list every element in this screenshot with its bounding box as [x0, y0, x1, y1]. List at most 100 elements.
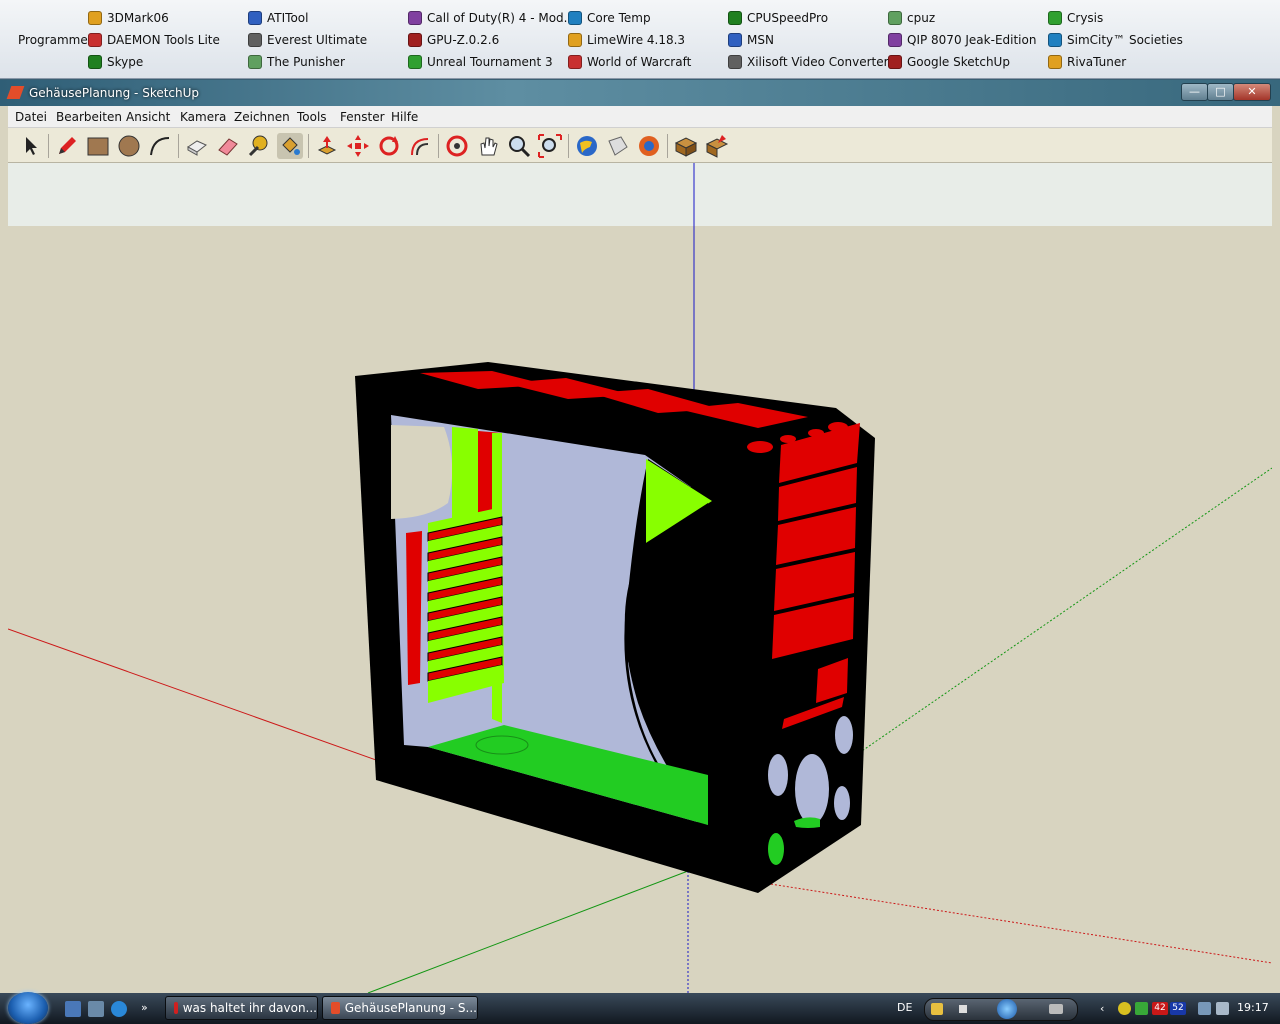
program-label: ATITool — [267, 11, 309, 25]
menu-fenster[interactable]: Fenster — [340, 110, 385, 124]
quicklaunch-overflow-icon[interactable]: » — [141, 1001, 157, 1017]
task-sketchup[interactable]: GehäusePlanung - S... — [322, 996, 478, 1020]
3d-scene[interactable] — [8, 163, 1272, 993]
zoom-icon[interactable] — [506, 133, 532, 159]
share-model-icon[interactable] — [636, 133, 662, 159]
program-shortcut[interactable]: RivaTuner — [1048, 52, 1126, 72]
eraser-icon[interactable] — [215, 133, 241, 159]
program-shortcut[interactable]: MSN — [728, 30, 774, 50]
program-label: Core Temp — [587, 11, 651, 25]
circle-icon[interactable] — [116, 133, 142, 159]
cpu-temp-1[interactable]: 42 — [1152, 1002, 1168, 1015]
extension-icon[interactable] — [704, 133, 730, 159]
menu-ansicht[interactable]: Ansicht — [126, 110, 170, 124]
program-shortcut[interactable]: 3DMark06 — [88, 8, 169, 28]
modeling-viewport[interactable] — [8, 163, 1272, 993]
menu-hilfe[interactable]: Hilfe — [391, 110, 418, 124]
media-player-controls[interactable] — [924, 998, 1078, 1021]
program-icon — [1048, 55, 1062, 69]
language-indicator[interactable]: DE — [897, 1001, 912, 1014]
make-component-icon[interactable] — [184, 133, 210, 159]
window-title: GehäusePlanung - SketchUp — [29, 86, 200, 100]
program-shortcut[interactable]: The Punisher — [248, 52, 345, 72]
push-pull-icon[interactable] — [314, 133, 340, 159]
get-models-icon[interactable] — [605, 133, 631, 159]
paint-bucket-icon[interactable] — [277, 133, 303, 159]
google-earth-icon[interactable] — [574, 133, 600, 159]
program-icon — [1048, 33, 1062, 47]
pan-icon[interactable] — [475, 133, 501, 159]
tape-measure-icon[interactable] — [246, 133, 272, 159]
program-shortcut[interactable]: QIP 8070 Jeak-Edition — [888, 30, 1036, 50]
stop-icon[interactable] — [959, 1005, 967, 1013]
program-shortcut[interactable]: Xilisoft Video Converter... — [728, 52, 899, 72]
program-shortcut[interactable]: World of Warcraft — [568, 52, 691, 72]
switch-windows-icon[interactable] — [88, 1001, 104, 1017]
orbit-icon[interactable] — [444, 133, 470, 159]
menu-bearbeiten[interactable]: Bearbeiten — [56, 110, 122, 124]
move-icon[interactable] — [345, 133, 371, 159]
program-shortcut[interactable]: LimeWire 4.18.3 — [568, 30, 685, 50]
program-icon — [1048, 11, 1062, 25]
program-label: World of Warcraft — [587, 55, 692, 69]
program-shortcut[interactable]: Google SketchUp — [888, 52, 1010, 72]
program-label: 3DMark06 — [107, 11, 169, 25]
program-shortcut[interactable]: SimCity™ Societies — [1048, 30, 1183, 50]
show-desktop-icon[interactable] — [65, 1001, 81, 1017]
toolbar-separator — [178, 134, 179, 158]
program-shortcut[interactable]: ATITool — [248, 8, 308, 28]
menu-tools[interactable]: Tools — [297, 110, 327, 124]
rectangle-icon[interactable] — [85, 133, 111, 159]
program-icon — [728, 11, 742, 25]
top-button — [828, 422, 848, 432]
start-orb[interactable] — [8, 992, 48, 1024]
network-icon[interactable] — [1198, 1002, 1211, 1015]
program-shortcut[interactable]: Core Temp — [568, 8, 651, 28]
task-forum-label: was haltet ihr davon... — [182, 1001, 317, 1015]
program-shortcut[interactable]: Crysis — [1048, 8, 1103, 28]
media-library-icon[interactable] — [931, 1003, 943, 1015]
pause-icon[interactable] — [997, 999, 1017, 1019]
program-shortcut[interactable]: CPUSpeedPro — [728, 8, 828, 28]
front-foot-hole — [768, 833, 784, 865]
volume-icon[interactable] — [1049, 1004, 1063, 1014]
program-shortcut[interactable]: Call of Duty(R) 4 - Mod... — [408, 8, 575, 28]
program-label: RivaTuner — [1067, 55, 1127, 69]
program-shortcut[interactable]: GPU-Z.0.2.6 — [408, 30, 499, 50]
program-icon — [408, 55, 422, 69]
minimize-button[interactable]: — — [1181, 83, 1208, 101]
front-fan-hole — [795, 754, 829, 824]
cpu-temp-2[interactable]: 52 — [1170, 1002, 1186, 1015]
program-shortcut[interactable]: Skype — [88, 52, 143, 72]
msn-icon[interactable] — [1135, 1002, 1148, 1015]
close-button[interactable]: ✕ — [1233, 83, 1271, 101]
speaker-icon[interactable] — [1216, 1002, 1229, 1015]
arc-icon[interactable] — [147, 133, 173, 159]
program-label: CPUSpeedPro — [747, 11, 829, 25]
program-icon — [888, 33, 902, 47]
menu-zeichnen[interactable]: Zeichnen — [234, 110, 290, 124]
rotate-icon[interactable] — [376, 133, 402, 159]
program-shortcut[interactable]: DAEMON Tools Lite — [88, 30, 220, 50]
component-icon[interactable] — [673, 133, 699, 159]
psu-bay — [452, 427, 478, 528]
title-bar[interactable]: GehäusePlanung - SketchUp — □ ✕ — [0, 80, 1280, 106]
clock[interactable]: 19:17 — [1237, 1001, 1269, 1014]
menu-kamera[interactable]: Kamera — [180, 110, 226, 124]
program-icon — [408, 11, 422, 25]
task-forum[interactable]: was haltet ihr davon... — [165, 996, 318, 1020]
select-icon[interactable] — [17, 133, 43, 159]
offset-icon[interactable] — [407, 133, 433, 159]
program-shortcut[interactable]: Unreal Tournament 3 — [408, 52, 553, 72]
maximize-button[interactable]: □ — [1207, 83, 1234, 101]
program-shortcut[interactable]: Everest Ultimate — [248, 30, 367, 50]
zoom-extents-icon[interactable] — [537, 133, 563, 159]
program-shortcut[interactable]: cpuz — [888, 8, 935, 28]
internet-explorer-icon[interactable] — [111, 1001, 127, 1017]
program-label: SimCity™ Societies — [1067, 33, 1183, 47]
browser-task-icon — [174, 1002, 178, 1014]
pencil-icon[interactable] — [54, 133, 80, 159]
tray-expand-icon[interactable]: ‹ — [1100, 1002, 1113, 1015]
menu-datei[interactable]: Datei — [15, 110, 47, 124]
icq-icon[interactable] — [1118, 1002, 1131, 1015]
